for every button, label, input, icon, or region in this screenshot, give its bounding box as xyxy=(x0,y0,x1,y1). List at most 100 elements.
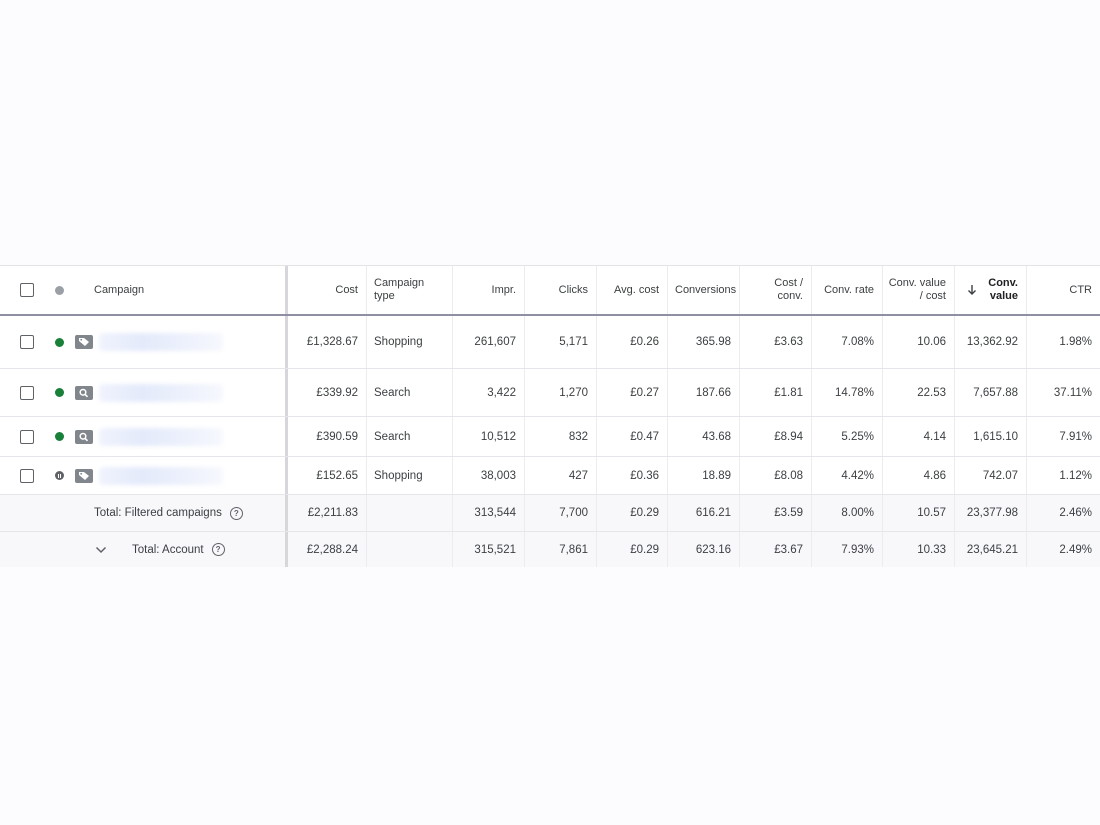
conversions-cell: 365.98 xyxy=(668,316,740,368)
cost-conv-cell: £8.94 xyxy=(740,417,812,456)
campaign-cell xyxy=(66,457,288,494)
campaign-header-label: Campaign xyxy=(94,283,145,296)
conv-value-cost-cell: 10.06 xyxy=(883,316,955,368)
table-row[interactable]: £152.65 Shopping 38,003 427 £0.36 18.89 … xyxy=(0,457,1100,495)
select-all-checkbox[interactable] xyxy=(20,283,34,297)
campaign-type-header[interactable]: Campaign type xyxy=(367,266,453,314)
campaign-cell xyxy=(66,316,288,368)
row-checkbox[interactable] xyxy=(20,335,34,349)
shopping-tag-icon xyxy=(75,335,93,349)
conversions-header-label: Conversions xyxy=(675,283,737,296)
status-cell[interactable] xyxy=(52,369,66,416)
empty-cell xyxy=(52,495,66,531)
avg-cost-header-label: Avg. cost xyxy=(613,283,659,296)
campaign-name-redacted[interactable] xyxy=(99,333,223,351)
conv-rate-cell: 5.25% xyxy=(812,417,883,456)
ctr-header-label: CTR xyxy=(1069,283,1092,296)
conv-value-cell: 742.07 xyxy=(955,457,1027,494)
impr-cell: 313,544 xyxy=(453,495,525,531)
conv-rate-cell: 8.00% xyxy=(812,495,883,531)
campaign-type-header-label: Campaign type xyxy=(374,277,425,302)
status-header[interactable] xyxy=(52,266,66,314)
campaign-header[interactable]: Campaign xyxy=(66,266,288,314)
status-cell[interactable] xyxy=(52,417,66,456)
status-cell[interactable] xyxy=(52,457,66,494)
cost-cell: £339.92 xyxy=(288,369,367,416)
impr-cell: 38,003 xyxy=(453,457,525,494)
conv-value-cost-cell: 4.86 xyxy=(883,457,955,494)
status-cell[interactable] xyxy=(52,316,66,368)
conv-value-cost-header[interactable]: Conv. value / cost xyxy=(883,266,955,314)
campaign-name-redacted[interactable] xyxy=(99,383,223,402)
avg-cost-cell: £0.29 xyxy=(597,532,668,567)
ctr-cell: 1.12% xyxy=(1059,469,1092,482)
clicks-cell: 1,270 xyxy=(525,369,597,416)
table-row[interactable]: £1,328.67 Shopping 261,607 5,171 £0.26 3… xyxy=(0,316,1100,369)
cost-cell: £390.59 xyxy=(288,417,367,456)
row-select-cell xyxy=(0,457,52,494)
conversions-cell: 43.68 xyxy=(668,417,740,456)
avg-cost-cell: £0.29 xyxy=(597,495,668,531)
campaign-type-cell: Search xyxy=(367,369,453,416)
impr-header-label: Impr. xyxy=(491,283,516,296)
conversions-cell: 187.66 xyxy=(668,369,740,416)
impr-cell: 3,422 xyxy=(453,369,525,416)
row-select-cell xyxy=(0,316,52,368)
avg-cost-cell: £0.26 xyxy=(597,316,668,368)
conv-rate-cell: 7.93% xyxy=(812,532,883,567)
campaign-name-redacted[interactable] xyxy=(99,427,223,446)
avg-cost-header[interactable]: Avg. cost xyxy=(597,266,668,314)
search-icon xyxy=(75,385,93,400)
chevron-down-icon[interactable] xyxy=(94,543,108,557)
campaign-cell xyxy=(66,369,288,416)
cost-conv-cell: £3.63 xyxy=(740,316,812,368)
conv-value-header[interactable]: Conv. value xyxy=(955,266,1027,314)
conv-rate-cell: 7.08% xyxy=(812,316,883,368)
campaign-type-cell: Shopping xyxy=(367,316,453,368)
empty-cell xyxy=(0,532,52,567)
conversions-cell: 623.16 xyxy=(668,532,740,567)
total-label-cell: Total: Account ? xyxy=(66,532,288,567)
row-checkbox[interactable] xyxy=(20,468,34,483)
cost-conv-header[interactable]: Cost / conv. xyxy=(740,266,812,314)
conversions-header[interactable]: Conversions xyxy=(668,266,740,314)
cost-header[interactable]: Cost xyxy=(288,266,367,314)
cost-cell: £2,288.24 xyxy=(288,532,367,567)
cost-cell: £2,211.83 xyxy=(288,495,367,531)
help-icon[interactable]: ? xyxy=(211,543,225,556)
conv-value-cost-cell: 4.14 xyxy=(883,417,955,456)
enabled-status-icon xyxy=(54,432,64,441)
empty-cell xyxy=(52,532,66,567)
conv-value-cell: 23,377.98 xyxy=(955,495,1027,531)
clicks-header[interactable]: Clicks xyxy=(525,266,597,314)
shopping-tag-icon xyxy=(75,468,93,483)
cost-conv-cell: £8.08 xyxy=(740,457,812,494)
campaign-type-cell: Shopping xyxy=(367,457,453,494)
avg-cost-cell: £0.27 xyxy=(597,369,668,416)
total-account-label: Total: Account xyxy=(132,543,204,556)
row-checkbox[interactable] xyxy=(20,429,34,444)
clicks-cell: 7,700 xyxy=(525,495,597,531)
ctr-header[interactable]: CTR xyxy=(1027,266,1100,314)
clicks-header-label: Clicks xyxy=(558,283,588,296)
row-checkbox[interactable] xyxy=(20,385,34,400)
conversions-cell: 18.89 xyxy=(668,457,740,494)
table-row[interactable]: £390.59 Search 10,512 832 £0.47 43.68 £8… xyxy=(0,417,1100,457)
campaign-name-redacted[interactable] xyxy=(99,466,223,485)
avg-cost-cell: £0.47 xyxy=(597,417,668,456)
select-all-cell xyxy=(0,266,52,314)
campaigns-table: Campaign Cost Campaign type Impr. Clicks … xyxy=(0,265,1100,567)
campaign-type-cell xyxy=(367,532,453,567)
conv-rate-header[interactable]: Conv. rate xyxy=(812,266,883,314)
table-row[interactable]: £339.92 Search 3,422 1,270 £0.27 187.66 … xyxy=(0,369,1100,417)
ctr-cell: 2.49% xyxy=(1059,543,1092,556)
conv-rate-cell: 14.78% xyxy=(812,369,883,416)
help-icon[interactable]: ? xyxy=(229,506,243,520)
impr-cell: 315,521 xyxy=(453,532,525,567)
campaign-type-cell: Search xyxy=(367,417,453,456)
row-select-cell xyxy=(0,417,52,456)
impr-header[interactable]: Impr. xyxy=(453,266,525,314)
ctr-cell: 2.46% xyxy=(1059,507,1092,519)
ctr-cell: 1.98% xyxy=(1059,336,1092,348)
conv-value-cell: 23,645.21 xyxy=(955,532,1027,567)
